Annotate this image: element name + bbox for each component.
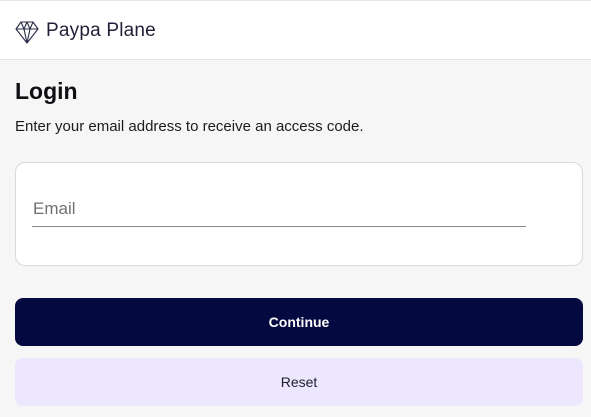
page-subtitle: Enter your email address to receive an a… [15, 118, 364, 135]
page-title: Login [15, 78, 78, 104]
email-card [15, 162, 583, 266]
reset-button[interactable]: Reset [15, 358, 583, 406]
brand-name: Paypa Plane [46, 20, 156, 41]
diamond-logo-icon [15, 21, 39, 44]
email-field[interactable] [32, 197, 526, 227]
continue-button[interactable]: Continue [15, 298, 583, 346]
top-header: Paypa Plane [0, 0, 591, 60]
